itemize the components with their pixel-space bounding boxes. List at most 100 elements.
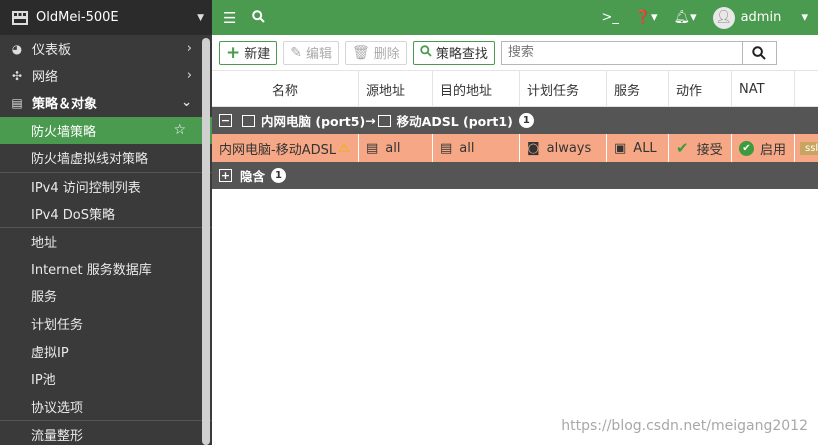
sidebar: OldMei-500E ▼ ◕ 仪表板 › ✣ 网络 › ▤ 策略＆对象 ⌄ 防… [0,0,212,445]
sidebar-item-protocol-options[interactable]: 协议选项 [0,393,212,421]
sidebar-item-policy-objects[interactable]: ▤ 策略＆对象 ⌄ [0,89,212,116]
ssl-badge: ssl [800,141,818,155]
sidebar-item-label: 防火墙虚拟线对策略 [31,152,149,168]
user-menu[interactable]: admin ▾ [741,10,808,25]
implicit-group-label: 隐含 [240,169,266,184]
policy-lookup-button[interactable]: 策略查找 [412,40,495,65]
sidebar-item-label: 协议选项 [31,400,84,416]
plus-icon: + [226,42,241,63]
new-button-label: 新建 [244,47,271,62]
collapse-icon[interactable]: − [219,114,232,127]
search-box [500,40,777,65]
column-header-nat[interactable]: NAT [732,71,795,107]
sidebar-item-ip-pool[interactable]: IP池 [0,365,212,393]
nat-value: 启用 [760,142,787,158]
column-header-name[interactable]: 名称 [212,71,359,107]
group-count-badge: 1 [518,113,534,128]
sidebar-item-internet-service-db[interactable]: Internet 服务数据库 [0,255,212,283]
device-selector[interactable]: OldMei-500E ▼ [0,0,212,35]
security-profile-cell: ssl [795,134,818,162]
edit-button[interactable]: ✎ 编辑 [283,40,340,65]
sidebar-item-label: 仪表板 [32,43,72,59]
address-icon: ▤ [366,140,379,156]
source-value: all [385,140,401,156]
sidebar-item-label: 虚拟IP [31,345,69,361]
check-icon: ✔ [676,139,689,157]
notifications-icon[interactable]: 🔔︎▾ [674,10,697,25]
trash-icon: 🗑︎ [352,44,370,61]
edit-button-label: 编辑 [306,47,333,62]
destination-value: all [459,140,475,156]
sidebar-item-traffic-shaping[interactable]: 流量整形 [0,420,212,445]
caret-down-icon: ▼ [197,12,204,23]
sidebar-item-firewall-policy[interactable]: 防火墙策略 ☆ [0,116,212,145]
interface-icon [242,114,255,127]
pencil-icon: ✎ [290,44,302,61]
sidebar-item-schedules[interactable]: 计划任务 [0,310,212,338]
username: admin [740,10,782,25]
schedule-icon: ◙ [527,140,540,156]
table-header: 名称 源地址 目的地址 计划任务 服务 动作 NAT [212,71,818,107]
column-header-source[interactable]: 源地址 [359,71,433,107]
group-source-interface: 内网电脑 (port5) [261,114,366,129]
sidebar-item-label: 计划任务 [31,318,84,334]
avatar[interactable]: 👤︎ [712,6,735,29]
sidebar-item-virtual-wire-policy[interactable]: 防火墙虚拟线对策略 [0,144,212,172]
action-cell: ✔ 接受 [669,134,732,162]
action-value: 接受 [696,142,723,158]
interface-pair-group[interactable]: − 内网电脑 (port5) → 移动ADSL (port1) 1 [212,107,818,134]
column-header-destination[interactable]: 目的地址 [433,71,520,107]
cli-console-icon[interactable]: >_ [601,10,618,25]
service-value: ALL [633,140,657,156]
address-icon: ▤ [440,140,453,156]
delete-button[interactable]: 🗑︎ 删除 [345,40,407,65]
sidebar-item-label: 网络 [32,70,59,86]
help-icon[interactable]: ❓▾ [635,10,658,25]
sidebar-item-ipv4-acl[interactable]: IPv4 访问控制列表 [0,171,212,200]
sidebar-item-label: 流量整形 [31,428,84,444]
arrow-right-icon: → [365,113,376,128]
sidebar-item-label: IPv4 访问控制列表 [31,180,141,196]
sidebar-item-address[interactable]: 地址 [0,226,212,255]
sidebar-item-services[interactable]: 服务 [0,282,212,310]
sidebar-item-label: IPv4 DoS策略 [31,207,115,223]
sidebar-item-label: 防火墙策略 [31,124,97,140]
warning-icon: ⚠ [338,140,350,156]
sidebar-item-network[interactable]: ✣ 网络 › [0,62,212,89]
sidebar-item-label: 策略＆对象 [32,97,98,113]
policy-table: 名称 源地址 目的地址 计划任务 服务 动作 NAT − 内网电脑 (port5… [212,71,818,189]
dashboard-icon: ◕ [11,41,23,56]
search-icon [420,44,432,61]
network-icon: ✣ [11,68,23,83]
sidebar-item-ipv4-dos[interactable]: IPv4 DoS策略 [0,199,212,227]
interface-icon [377,114,391,127]
chevron-down-icon: ⌄ [181,95,192,111]
sidebar-item-dashboard[interactable]: ◕ 仪表板 › [0,35,212,62]
implicit-count-badge: 1 [271,168,287,183]
sidebar-item-virtual-ip[interactable]: 虚拟IP [0,337,212,365]
policy-name-cell: 内网电脑-移动ADSL ⚠ [212,134,359,162]
sidebar-item-label: 地址 [31,235,58,251]
table-row[interactable]: 内网电脑-移动ADSL ⚠ ▤ all ▤ all ◙ always ▣ ALL… [212,134,818,162]
star-icon[interactable]: ☆ [173,122,186,138]
search-icon [752,45,767,60]
expand-icon[interactable]: + [219,169,232,182]
sidebar-scrollbar[interactable] [202,38,210,445]
schedule-cell: ◙ always [520,134,607,162]
search-submit-button[interactable] [741,41,776,64]
policy-icon: ▤ [11,95,23,110]
implicit-group[interactable]: + 隐含 1 [212,162,818,189]
column-header-extra [795,71,818,107]
group-destination-interface: 移动ADSL (port1) [396,114,513,129]
destination-cell: ▤ all [433,134,520,162]
column-header-service[interactable]: 服务 [607,71,669,107]
search-icon[interactable] [252,9,266,27]
column-header-action[interactable]: 动作 [669,71,732,107]
column-header-schedule[interactable]: 计划任务 [520,71,607,107]
menu-icon[interactable]: ☰ [223,9,236,27]
top-bar: ☰ >_ ❓▾ 🔔︎▾ 👤︎ admin ▾ [212,0,818,35]
sidebar-item-label: Internet 服务数据库 [31,262,152,278]
nat-cell: ✔ 启用 [732,134,795,162]
search-input[interactable] [501,41,742,64]
new-button[interactable]: + 新建 [219,40,278,65]
